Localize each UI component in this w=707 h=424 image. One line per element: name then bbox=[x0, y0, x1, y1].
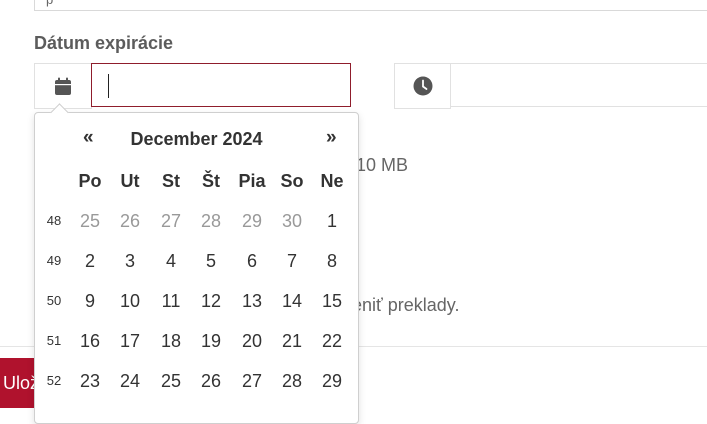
weekday-label: Št bbox=[202, 171, 220, 191]
week-number: 50 bbox=[46, 293, 62, 308]
text-caret bbox=[108, 74, 109, 98]
previous-field-text: p bbox=[46, 0, 53, 7]
calendar-day[interactable]: 30 bbox=[272, 201, 312, 241]
calendar-day[interactable]: 28 bbox=[191, 201, 231, 241]
calendar-day[interactable]: 4 bbox=[151, 241, 191, 281]
calendar-day[interactable]: 13 bbox=[232, 281, 272, 321]
calendar-day[interactable]: 1 bbox=[312, 201, 352, 241]
calendar-day[interactable]: 25 bbox=[70, 201, 110, 241]
calendar-icon bbox=[55, 77, 71, 95]
expiration-date-label: Dátum expirácie bbox=[34, 33, 174, 53]
clock-addon[interactable] bbox=[394, 63, 451, 109]
weekday-header-row: Po Ut St Št Pia So Ne bbox=[35, 161, 358, 201]
week-row: 49 2 3 4 5 6 7 8 bbox=[35, 241, 358, 281]
datepicker-dropdown: « December 2024 » Po Ut St Št Pia So Ne 48 25 26 2… bbox=[34, 103, 359, 424]
expiration-date-input[interactable] bbox=[91, 63, 351, 107]
calendar-day[interactable]: 26 bbox=[110, 201, 150, 241]
calendar-day[interactable]: 7 bbox=[272, 241, 312, 281]
calendar-day[interactable]: 22 bbox=[312, 321, 352, 361]
weekday-label: Pia bbox=[238, 171, 266, 191]
week-number: 48 bbox=[46, 213, 62, 228]
file-size-hint: 10 MB bbox=[356, 155, 409, 175]
calendar-day[interactable]: 8 bbox=[312, 241, 352, 281]
week-row: 51 16 17 18 19 20 21 22 bbox=[35, 321, 358, 361]
calendar-day[interactable]: 26 bbox=[191, 361, 231, 401]
calendar-day[interactable]: 15 bbox=[312, 281, 352, 321]
translations-hint: eniť preklady. bbox=[352, 295, 460, 315]
next-month-button[interactable]: » bbox=[326, 127, 337, 149]
weekday-label: Ut bbox=[120, 171, 140, 191]
calendar-addon[interactable] bbox=[34, 63, 92, 109]
calendar-day[interactable]: 11 bbox=[151, 281, 191, 321]
expiration-time-input[interactable] bbox=[450, 63, 707, 107]
calendar-day[interactable]: 10 bbox=[110, 281, 150, 321]
week-row: 50 9 10 11 12 13 14 15 bbox=[35, 281, 358, 321]
calendar-day[interactable]: 14 bbox=[272, 281, 312, 321]
calendar-day[interactable]: 28 bbox=[272, 361, 312, 401]
weekday-label: Po bbox=[78, 171, 102, 191]
calendar-day[interactable]: 24 bbox=[110, 361, 150, 401]
month-title[interactable]: December 2024 bbox=[35, 129, 358, 150]
weekday-label: So bbox=[280, 171, 304, 191]
week-row: 48 25 26 27 28 29 30 1 bbox=[35, 201, 358, 241]
calendar-day[interactable]: 21 bbox=[272, 321, 312, 361]
calendar-day[interactable]: 29 bbox=[232, 201, 272, 241]
calendar-day[interactable]: 3 bbox=[110, 241, 150, 281]
calendar-day[interactable]: 20 bbox=[232, 321, 272, 361]
weekday-label: St bbox=[162, 171, 180, 191]
calendar-day[interactable]: 18 bbox=[151, 321, 191, 361]
calendar-day[interactable]: 25 bbox=[151, 361, 191, 401]
week-number: 52 bbox=[46, 373, 62, 388]
calendar-day[interactable]: 17 bbox=[110, 321, 150, 361]
calendar-day[interactable]: 27 bbox=[232, 361, 272, 401]
calendar-day[interactable]: 6 bbox=[232, 241, 272, 281]
calendar-day[interactable]: 12 bbox=[191, 281, 231, 321]
calendar-day[interactable]: 9 bbox=[70, 281, 110, 321]
clock-icon bbox=[413, 76, 432, 96]
calendar-day[interactable]: 16 bbox=[70, 321, 110, 361]
calendar-day[interactable]: 5 bbox=[191, 241, 231, 281]
calendar-day[interactable]: 29 bbox=[312, 361, 352, 401]
calendar-day[interactable]: 2 bbox=[70, 241, 110, 281]
datepicker-header: « December 2024 » bbox=[35, 127, 358, 153]
week-row: 52 23 24 25 26 27 28 29 bbox=[35, 361, 358, 401]
calendar-day[interactable]: 23 bbox=[70, 361, 110, 401]
week-number: 51 bbox=[46, 333, 62, 348]
weekday-label: Ne bbox=[320, 171, 344, 191]
week-number: 49 bbox=[46, 253, 62, 268]
calendar-day[interactable]: 19 bbox=[191, 321, 231, 361]
previous-field-input[interactable]: p bbox=[34, 0, 707, 11]
calendar-day[interactable]: 27 bbox=[151, 201, 191, 241]
